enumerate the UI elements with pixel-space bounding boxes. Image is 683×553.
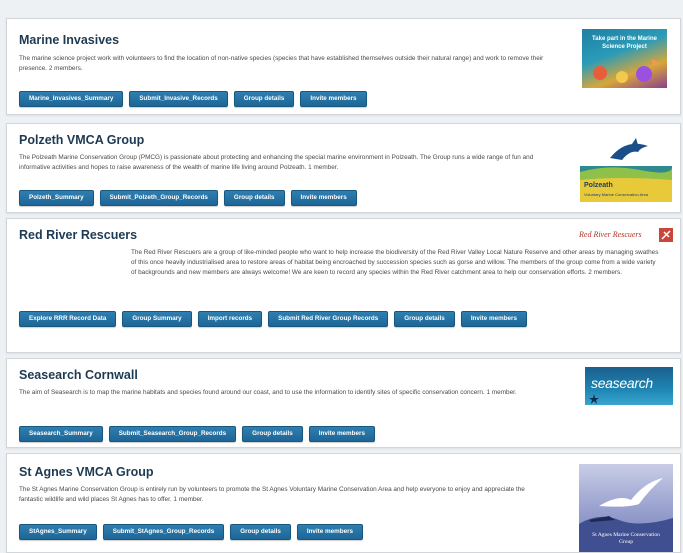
group-title[interactable]: Seasearch Cornwall: [19, 368, 138, 382]
invite-members-button[interactable]: Invite members: [308, 426, 375, 442]
logo-subcaption: Voluntary Marine Conservation Area: [584, 192, 649, 197]
group-card-seasearch-cornwall: Seasearch Cornwall The aim of Seasearch …: [6, 358, 681, 448]
logo-caption: Polzeath: [584, 182, 613, 189]
invite-members-button[interactable]: Invite members: [460, 311, 528, 327]
submit-records-button[interactable]: Submit_Seasearch_Group_Records: [108, 426, 237, 442]
group-card-marine-invasives: Marine Invasives The marine science proj…: [6, 18, 681, 115]
group-description: The Polzeath Marine Conservation Group (…: [19, 154, 534, 171]
group-details-button[interactable]: Group details: [394, 311, 455, 327]
group-description: The marine science project work with vol…: [19, 55, 544, 72]
submit-records-button[interactable]: Submit_Polzeth_Group_Records: [99, 190, 218, 206]
group-details-button[interactable]: Group details: [223, 190, 285, 206]
invite-members-button[interactable]: Invite members: [300, 91, 367, 107]
group-summary-button[interactable]: Seasearch_Summary: [19, 426, 103, 442]
submit-records-button[interactable]: Submit_Invasive_Records: [129, 91, 228, 107]
marine-science-project-logo: Take part in the Marine Science Project: [582, 29, 667, 88]
group-details-button[interactable]: Group details: [242, 426, 303, 442]
seasearch-logo: seasearch: [585, 367, 673, 405]
red-river-rescuers-logo: Red River Rescuers: [579, 227, 675, 245]
group-title[interactable]: Polzeth VMCA Group: [19, 133, 144, 147]
import-records-button[interactable]: Import records: [197, 311, 263, 327]
group-actions: Marine_Invasives_Summary Submit_Invasive…: [19, 91, 367, 107]
st-agnes-logo: St Agnes Marine Conservation Group: [579, 464, 673, 552]
starfish-icon: [589, 394, 599, 404]
group-details-button[interactable]: Group details: [233, 91, 295, 107]
explore-records-button[interactable]: Explore RRR Record Data: [19, 311, 117, 327]
logo-caption: Red River Rescuers: [579, 230, 642, 239]
group-actions: Seasearch_Summary Submit_Seasearch_Group…: [19, 426, 375, 442]
group-summary-button[interactable]: StAgnes_Summary: [19, 524, 97, 540]
group-description: The Red River Rescuers are a group of li…: [131, 249, 659, 276]
invite-members-button[interactable]: Invite members: [296, 524, 364, 540]
group-actions: Polzeth_Summary Submit_Polzeth_Group_Rec…: [19, 190, 357, 206]
submit-records-button[interactable]: Submit Red River Group Records: [268, 311, 389, 327]
group-card-polzeth: Polzeth VMCA Group The Polzeath Marine C…: [6, 123, 681, 213]
group-title[interactable]: Red River Rescuers: [19, 228, 137, 242]
submit-records-button[interactable]: Submit_StAgnes_Group_Records: [102, 524, 225, 540]
group-title[interactable]: St Agnes VMCA Group: [19, 465, 154, 479]
group-summary-button[interactable]: Marine_Invasives_Summary: [19, 91, 124, 107]
group-actions: Explore RRR Record Data Group Summary Im…: [19, 311, 539, 327]
sea-creatures-icon: [593, 59, 660, 83]
group-card-red-river-rescuers: Red River Rescuers The Red River Rescuer…: [6, 218, 681, 353]
group-description: The St Agnes Marine Conservation Group i…: [19, 486, 525, 503]
group-summary-button[interactable]: Polzeth_Summary: [19, 190, 94, 206]
polzeath-logo: Polzeath Voluntary Marine Conservation A…: [580, 136, 672, 202]
leaf-icon: [659, 228, 673, 242]
group-actions: StAgnes_Summary Submit_StAgnes_Group_Rec…: [19, 524, 364, 540]
group-summary-button[interactable]: Group Summary: [122, 311, 192, 327]
group-card-st-agnes: St Agnes VMCA Group The St Agnes Marine …: [6, 453, 681, 553]
group-title[interactable]: Marine Invasives: [19, 33, 119, 47]
logo-caption: St Agnes Marine Conservation Group: [592, 532, 660, 545]
invite-members-button[interactable]: Invite members: [290, 190, 357, 206]
logo-caption: seasearch: [591, 375, 653, 391]
group-description: The aim of Seasearch is to map the marin…: [19, 389, 517, 396]
group-details-button[interactable]: Group details: [230, 524, 291, 540]
